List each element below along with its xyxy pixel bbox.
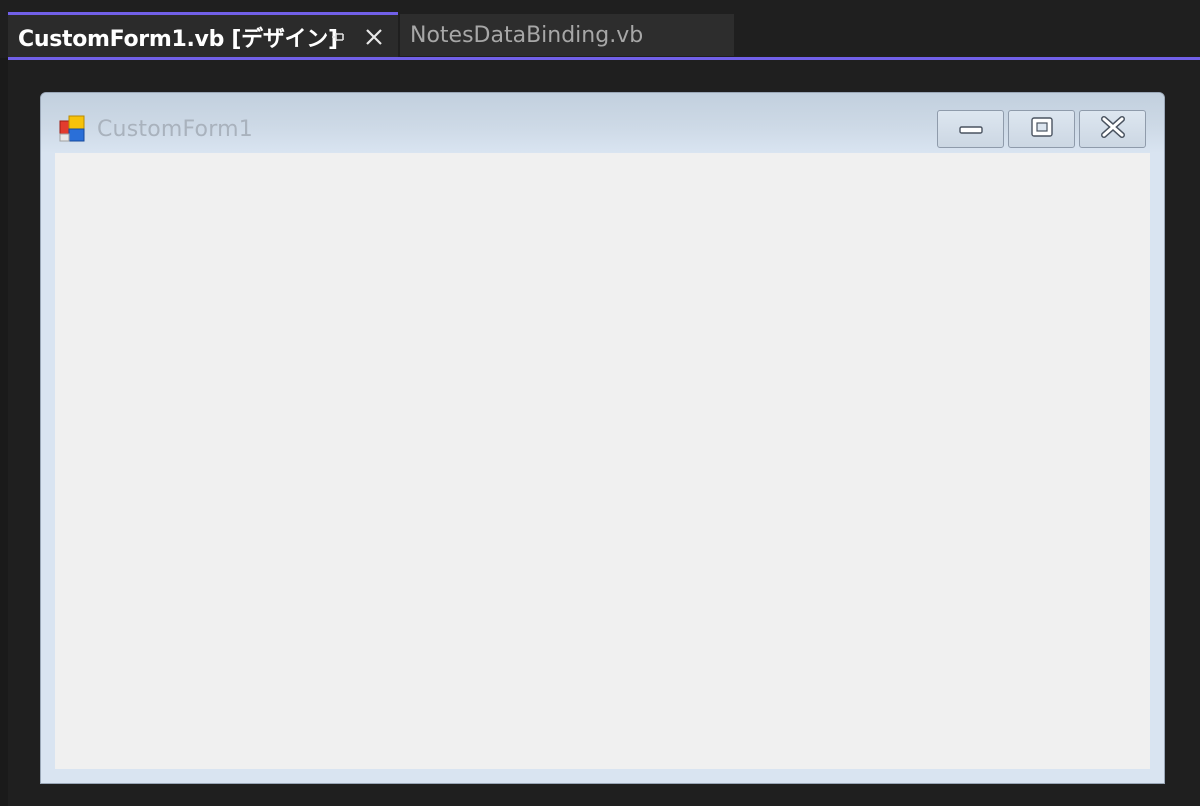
left-edge-bar (0, 58, 8, 806)
tab-customform1-design[interactable]: CustomForm1.vb [デザイン] (8, 12, 398, 58)
ide-window: CustomForm1.vb [デザイン] NotesDataBinding.v… (0, 0, 1200, 806)
minimize-button[interactable] (937, 110, 1004, 148)
maximize-icon (1030, 116, 1054, 142)
maximize-button[interactable] (1008, 110, 1075, 148)
form-client-area[interactable] (55, 153, 1150, 769)
tab-notesdatabinding[interactable]: NotesDataBinding.vb (400, 14, 734, 56)
form-title-bar[interactable]: CustomForm1 (41, 93, 1164, 153)
close-icon[interactable] (362, 25, 386, 49)
tab-label: CustomForm1.vb [デザイン] (18, 26, 338, 52)
designer-form-window[interactable]: CustomForm1 (40, 92, 1165, 784)
close-icon (1100, 115, 1126, 143)
document-tab-strip: CustomForm1.vb [デザイン] NotesDataBinding.v… (0, 0, 1200, 58)
form-title: CustomForm1 (97, 117, 253, 142)
form-close-button[interactable] (1079, 110, 1146, 148)
tab-label: NotesDataBinding.vb (410, 22, 644, 48)
minimize-icon (958, 120, 984, 139)
pin-icon[interactable] (326, 25, 350, 49)
form-app-icon (59, 115, 89, 143)
